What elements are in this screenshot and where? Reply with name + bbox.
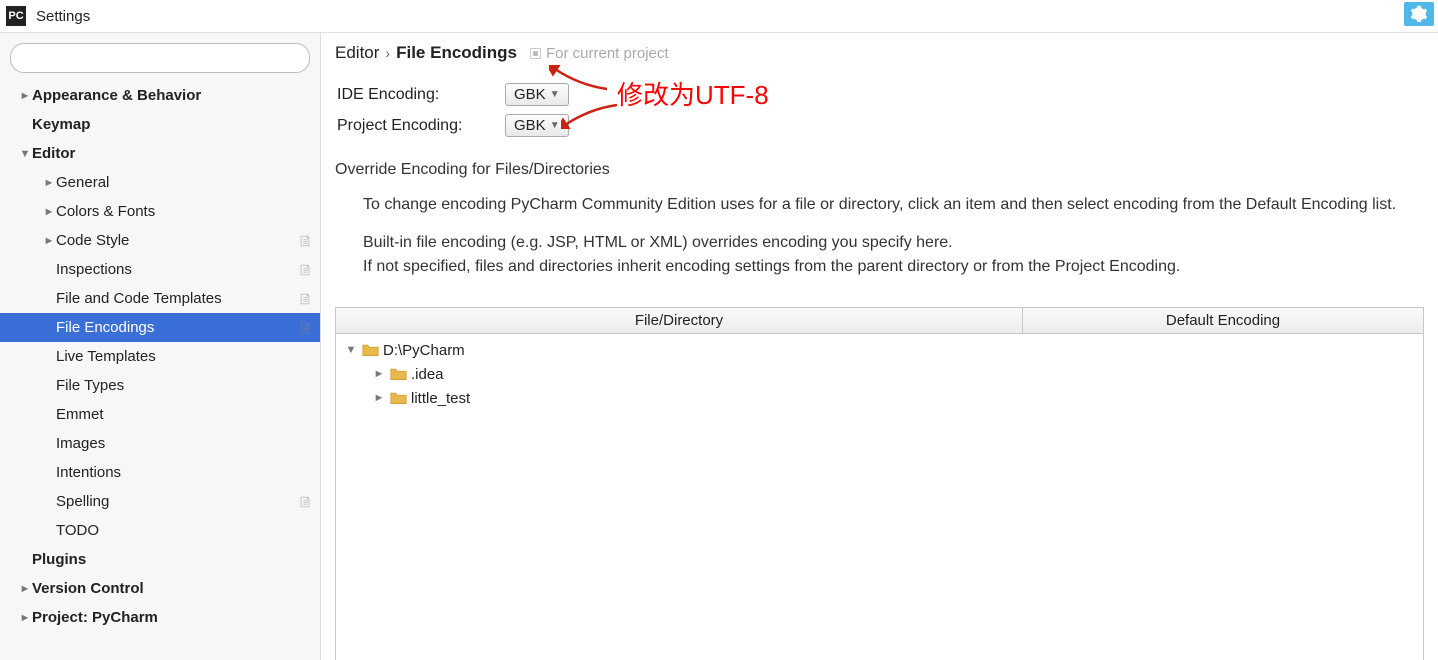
ide-encoding-dropdown[interactable]: GBK ▼ (505, 83, 569, 106)
project-scope-badge-icon (298, 495, 312, 509)
sidebar-item-file-types[interactable]: File Types (0, 371, 320, 400)
sidebar-item-label: Colors & Fonts (56, 203, 312, 220)
settings-main: Editor › File Encodings For current proj… (321, 33, 1438, 660)
sidebar-item-images[interactable]: Images (0, 429, 320, 458)
file-row[interactable]: ▼ D:\PyCharm (344, 338, 1415, 362)
col-default-encoding[interactable]: Default Encoding (1023, 308, 1423, 333)
tree-arrow-icon (18, 148, 32, 160)
sidebar-item-appearance-behavior[interactable]: Appearance & Behavior (0, 81, 320, 110)
sidebar-item-label: Intentions (56, 464, 312, 481)
sidebar-item-file-and-code-templates[interactable]: File and Code Templates (0, 284, 320, 313)
breadcrumb-scope: For current project (529, 45, 669, 62)
sidebar-item-label: File and Code Templates (56, 290, 294, 307)
breadcrumb: Editor › File Encodings For current proj… (335, 43, 1424, 63)
sidebar-item-label: Version Control (32, 580, 312, 597)
sidebar-item-project-pycharm[interactable]: Project: PyCharm (0, 603, 320, 632)
folder-icon (390, 391, 407, 405)
tree-arrow-icon (18, 583, 32, 595)
sidebar-item-label: Keymap (32, 116, 312, 133)
tree-arrow-icon: ▼ (344, 344, 358, 356)
sidebar-item-label: Spelling (56, 493, 294, 510)
sidebar-item-inspections[interactable]: Inspections (0, 255, 320, 284)
app-icon: PC (6, 6, 26, 26)
sidebar-item-live-templates[interactable]: Live Templates (0, 342, 320, 371)
file-label: little_test (411, 390, 470, 407)
sidebar-item-label: General (56, 174, 312, 191)
search-input[interactable] (10, 43, 310, 73)
settings-tree: Appearance & Behavior Keymap Editor General… (0, 81, 320, 632)
project-scope-badge-icon (298, 321, 312, 335)
override-title: Override Encoding for Files/Directories (335, 161, 1424, 179)
sidebar-item-label: Appearance & Behavior (32, 87, 312, 104)
tree-arrow-icon (18, 612, 32, 624)
sidebar-item-keymap[interactable]: Keymap (0, 110, 320, 139)
project-encoding-dropdown[interactable]: GBK ▼ (505, 114, 569, 137)
project-scope-badge-icon (298, 263, 312, 277)
window-titlebar: PC Settings (0, 0, 1438, 33)
sidebar-item-label: Images (56, 435, 312, 452)
settings-sidebar: Appearance & Behavior Keymap Editor General… (0, 33, 321, 660)
gears-icon (1410, 5, 1428, 23)
file-label: D:\PyCharm (383, 342, 465, 359)
file-row[interactable]: ► .idea (344, 362, 1415, 386)
chevron-down-icon: ▼ (550, 89, 560, 100)
override-description: To change encoding PyCharm Community Edi… (363, 193, 1413, 293)
tree-arrow-icon (42, 177, 56, 189)
folder-icon (390, 367, 407, 381)
sidebar-item-label: TODO (56, 522, 312, 539)
sidebar-item-emmet[interactable]: Emmet (0, 400, 320, 429)
sidebar-item-spelling[interactable]: Spelling (0, 487, 320, 516)
sidebar-item-label: Plugins (32, 551, 312, 568)
sidebar-item-intentions[interactable]: Intentions (0, 458, 320, 487)
sidebar-item-todo[interactable]: TODO (0, 516, 320, 545)
file-tree: ▼ D:\PyCharm ► .idea ► little_test (336, 334, 1423, 414)
tree-arrow-icon: ► (372, 368, 386, 380)
project-scope-badge-icon (298, 292, 312, 306)
sidebar-item-label: Emmet (56, 406, 312, 423)
project-encoding-row: Project Encoding: GBK ▼ (337, 114, 1424, 137)
sidebar-item-label: File Encodings (56, 319, 294, 336)
sidebar-item-plugins[interactable]: Plugins (0, 545, 320, 574)
file-label: .idea (411, 366, 444, 383)
sidebar-item-label: Inspections (56, 261, 294, 278)
sidebar-item-colors-fonts[interactable]: Colors & Fonts (0, 197, 320, 226)
sidebar-item-label: Code Style (56, 232, 294, 249)
sidebar-item-editor[interactable]: Editor (0, 139, 320, 168)
breadcrumb-sep: › (385, 45, 390, 61)
ide-encoding-row: IDE Encoding: GBK ▼ (337, 83, 1424, 106)
sidebar-item-label: Live Templates (56, 348, 312, 365)
sidebar-item-label: Editor (32, 145, 312, 162)
project-scope-icon (529, 47, 542, 60)
folder-icon (362, 343, 379, 357)
encoding-table: File/Directory Default Encoding ▼ D:\PyCh… (335, 307, 1424, 660)
tray-icon[interactable] (1404, 2, 1434, 26)
tree-arrow-icon (42, 235, 56, 247)
tree-arrow-icon (18, 90, 32, 102)
project-encoding-label: Project Encoding: (337, 117, 505, 135)
tree-arrow-icon (42, 206, 56, 218)
sidebar-item-file-encodings[interactable]: File Encodings (0, 313, 320, 342)
sidebar-item-version-control[interactable]: Version Control (0, 574, 320, 603)
breadcrumb-current: File Encodings (396, 43, 517, 63)
breadcrumb-parent[interactable]: Editor (335, 43, 379, 63)
sidebar-item-label: Project: PyCharm (32, 609, 312, 626)
window-title: Settings (36, 8, 90, 25)
tree-arrow-icon: ► (372, 392, 386, 404)
chevron-down-icon: ▼ (550, 120, 560, 131)
sidebar-item-general[interactable]: General (0, 168, 320, 197)
sidebar-item-code-style[interactable]: Code Style (0, 226, 320, 255)
ide-encoding-label: IDE Encoding: (337, 86, 505, 104)
encoding-table-header: File/Directory Default Encoding (336, 308, 1423, 334)
project-scope-badge-icon (298, 234, 312, 248)
file-row[interactable]: ► little_test (344, 386, 1415, 410)
sidebar-item-label: File Types (56, 377, 312, 394)
col-file-directory[interactable]: File/Directory (336, 308, 1023, 333)
